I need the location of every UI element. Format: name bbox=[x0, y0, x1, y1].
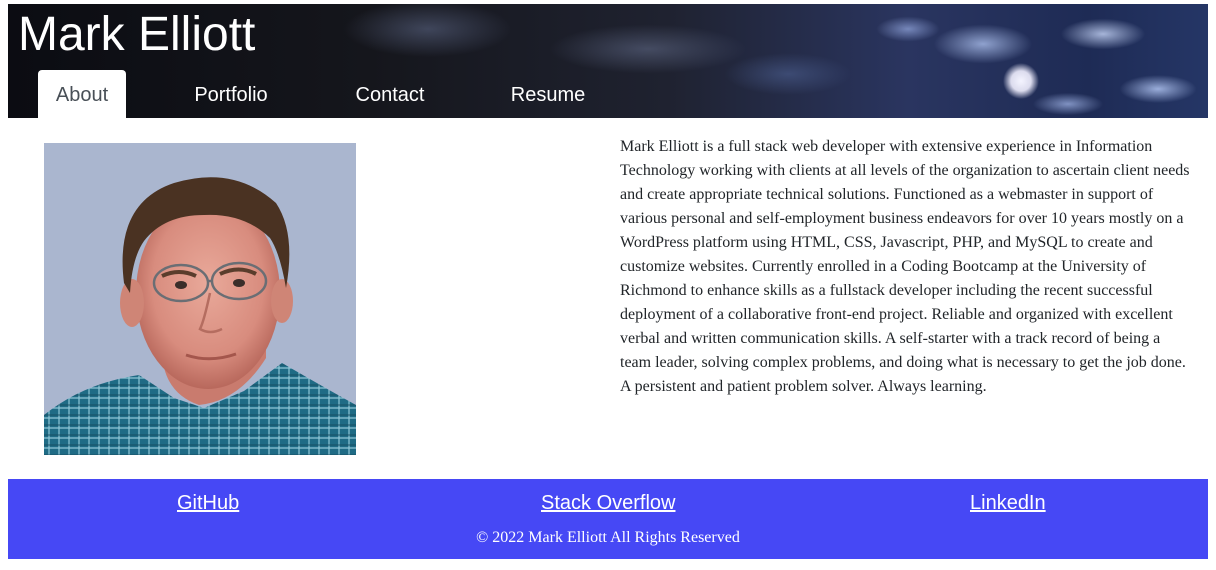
linkedin-link[interactable]: LinkedIn bbox=[970, 489, 1046, 517]
nav-tab-portfolio[interactable]: Portfolio bbox=[175, 70, 287, 118]
copyright-text: © 2022 Mark Elliott All Rights Reserved bbox=[476, 529, 740, 546]
github-link[interactable]: GitHub bbox=[177, 489, 239, 517]
site-title: Mark Elliott bbox=[18, 8, 256, 61]
profile-photo bbox=[44, 143, 356, 455]
site-footer: GitHub Stack Overflow LinkedIn © 2022 Ma… bbox=[8, 479, 1208, 559]
portrait-image bbox=[44, 143, 356, 455]
site-header: Mark Elliott About Portfolio Contact Res… bbox=[8, 4, 1208, 118]
nav-tab-contact[interactable]: Contact bbox=[336, 70, 444, 118]
stack-overflow-link[interactable]: Stack Overflow bbox=[541, 489, 675, 517]
bio-text: Mark Elliott is a full stack web develop… bbox=[620, 138, 1190, 395]
nav-tab-about[interactable]: About bbox=[38, 70, 126, 118]
nav-tab-resume[interactable]: Resume bbox=[494, 70, 602, 118]
